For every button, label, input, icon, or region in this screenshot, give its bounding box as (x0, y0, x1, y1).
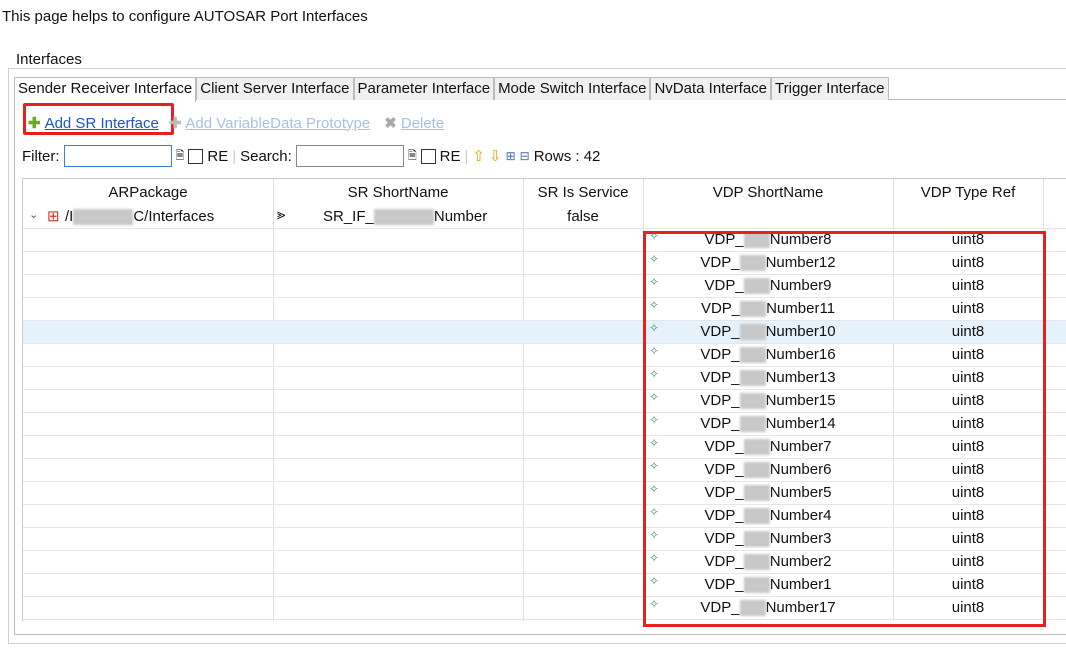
sr-shortname: SR_IF_ Number (323, 208, 488, 226)
add-icon: ✚ (168, 115, 182, 132)
clear-filter-icon[interactable]: 🗎 (176, 147, 185, 166)
re-label: RE (207, 147, 229, 165)
tab-nvdata[interactable]: NvData Interface (650, 77, 772, 100)
column-header-sr-shortname[interactable]: SR ShortName (273, 184, 523, 201)
page-description: This page helps to configure AUTOSAR Por… (2, 8, 368, 25)
package-path: /I C/Interfaces (65, 208, 215, 226)
package-icon: ⊞ (47, 208, 60, 225)
filter-re-checkbox[interactable] (188, 148, 204, 164)
column-header-vdp-shortname[interactable]: VDP ShortName (643, 184, 893, 201)
clear-search-icon[interactable]: 🗎 (408, 147, 417, 166)
tab-sender-receiver[interactable]: Sender Receiver Interface (14, 77, 197, 102)
tab-trigger[interactable]: Trigger Interface (771, 77, 889, 100)
search-input[interactable] (295, 145, 404, 167)
tab-bar: Sender Receiver Interface Client Server … (14, 77, 1066, 102)
column-header-sr-is-service[interactable]: SR Is Service (523, 184, 643, 201)
search-label: Search: (240, 147, 292, 165)
delete-button[interactable]: Delete (401, 115, 444, 132)
interface-icon: ⪢ (277, 206, 286, 223)
tab-parameter[interactable]: Parameter Interface (353, 77, 495, 100)
add-vdp-button[interactable]: Add VariableData Prototype (185, 115, 370, 132)
tab-client-server[interactable]: Client Server Interface (196, 77, 354, 100)
rows-count: Rows : 42 (533, 147, 601, 165)
search-re-checkbox[interactable] (420, 148, 436, 164)
chevron-down-icon[interactable]: ⌄ (29, 208, 38, 221)
table-row-parent[interactable]: ⌄ ⊞ /I C/Interfaces ⪢ SR_IF_ Number false (23, 206, 1066, 229)
add-sr-interface-button[interactable]: Add SR Interface (45, 115, 159, 132)
column-header-arpackage[interactable]: ARPackage (23, 184, 273, 201)
column-header-vdp-typeref[interactable]: VDP Type Ref (893, 184, 1043, 201)
expand-all-icon[interactable]: ⊞ (506, 149, 516, 163)
delete-icon: ✖ (384, 115, 397, 132)
toolbar: ✚ Add SR Interface ✚ Add VariableData Pr… (28, 114, 444, 133)
move-down-icon[interactable]: ⇩ (489, 147, 502, 165)
tab-mode-switch[interactable]: Mode Switch Interface (494, 77, 651, 100)
sr-is-service: false (567, 208, 599, 225)
re-label: RE (439, 147, 461, 165)
highlight-box (643, 231, 1046, 627)
group-label: Interfaces (14, 51, 84, 68)
filter-label: Filter: (22, 147, 60, 165)
add-icon: ✚ (28, 115, 41, 132)
collapse-all-icon[interactable]: ⊟ (520, 149, 530, 163)
move-up-icon[interactable]: ⇧ (472, 147, 485, 165)
filter-bar: Filter: 🗎 RE | Search: 🗎 RE | ⇧ ⇩ ⊞ ⊟ Ro… (22, 145, 600, 167)
filter-input[interactable] (63, 145, 172, 167)
